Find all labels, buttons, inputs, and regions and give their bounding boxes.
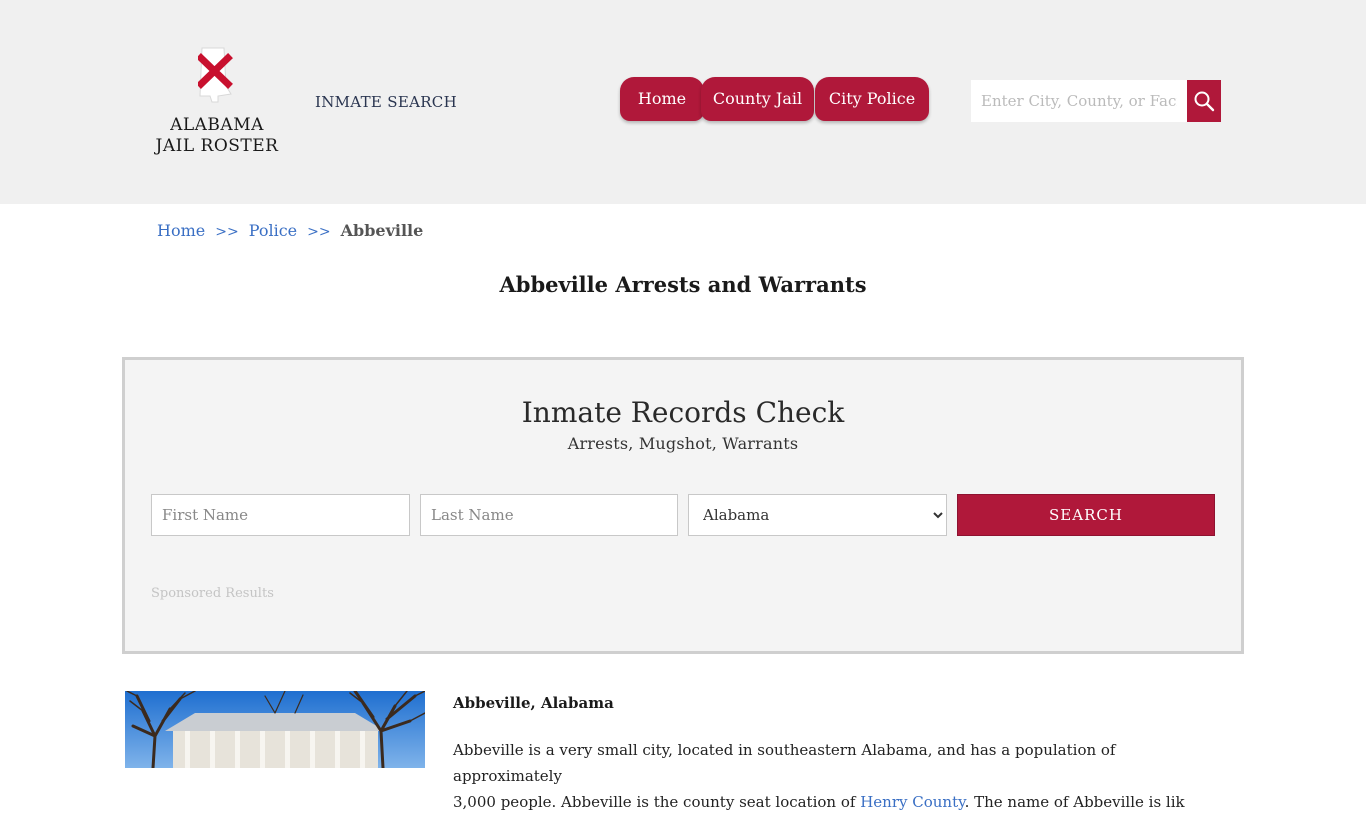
breadcrumb: Home >> Police >> Abbeville — [157, 221, 423, 240]
alabama-map-icon — [198, 47, 233, 103]
logo-line-2: JAIL ROSTER — [155, 136, 279, 156]
sponsored-results-label: Sponsored Results — [151, 586, 274, 601]
records-subtitle: Arrests, Mugshot, Warrants — [567, 434, 799, 453]
city-text-line-1: Abbeville is a very small city, located … — [453, 741, 1116, 785]
logo-text: ALABAMA JAIL ROSTER — [150, 115, 284, 157]
nav-tab-county-jail[interactable]: County Jail — [701, 77, 814, 121]
facility-search-input[interactable] — [971, 80, 1187, 122]
city-photo — [125, 691, 425, 768]
first-name-input[interactable] — [151, 494, 410, 536]
records-search-button[interactable]: SEARCH — [957, 494, 1215, 536]
henry-county-link[interactable]: Henry County — [860, 793, 964, 811]
site-logo[interactable]: ALABAMA JAIL ROSTER — [150, 42, 284, 162]
nav-tab-home[interactable]: Home — [620, 77, 704, 121]
breadcrumb-separator: >> — [215, 224, 239, 240]
city-heading: Abbeville, Alabama — [453, 694, 614, 712]
page-title: Abbeville Arrests and Warrants — [499, 272, 867, 297]
logo-line-1: ALABAMA — [170, 115, 264, 135]
inmate-search-link[interactable]: INMATE SEARCH — [315, 93, 457, 111]
city-text-line-2a: 3,000 people. Abbeville is the county se… — [453, 793, 861, 811]
nav-tab-city-police[interactable]: City Police — [815, 77, 929, 121]
courthouse-photo-image — [125, 691, 425, 768]
facility-search-button[interactable] — [1187, 80, 1221, 122]
breadcrumb-current: Abbeville — [340, 221, 424, 240]
site-header: ALABAMA JAIL ROSTER INMATE SEARCH Home C… — [0, 0, 1366, 204]
records-title: Inmate Records Check — [521, 396, 845, 429]
state-select[interactable]: Alabama — [688, 494, 947, 536]
last-name-input[interactable] — [420, 494, 678, 536]
city-description: Abbeville is a very small city, located … — [453, 737, 1213, 815]
breadcrumb-home[interactable]: Home — [157, 221, 205, 240]
inmate-records-panel: Inmate Records Check Arrests, Mugshot, W… — [122, 357, 1244, 654]
city-text-line-2b: . The name of Abbeville is lik — [964, 793, 1185, 811]
breadcrumb-separator: >> — [307, 224, 331, 240]
search-icon — [1194, 91, 1215, 112]
breadcrumb-police[interactable]: Police — [249, 221, 297, 240]
